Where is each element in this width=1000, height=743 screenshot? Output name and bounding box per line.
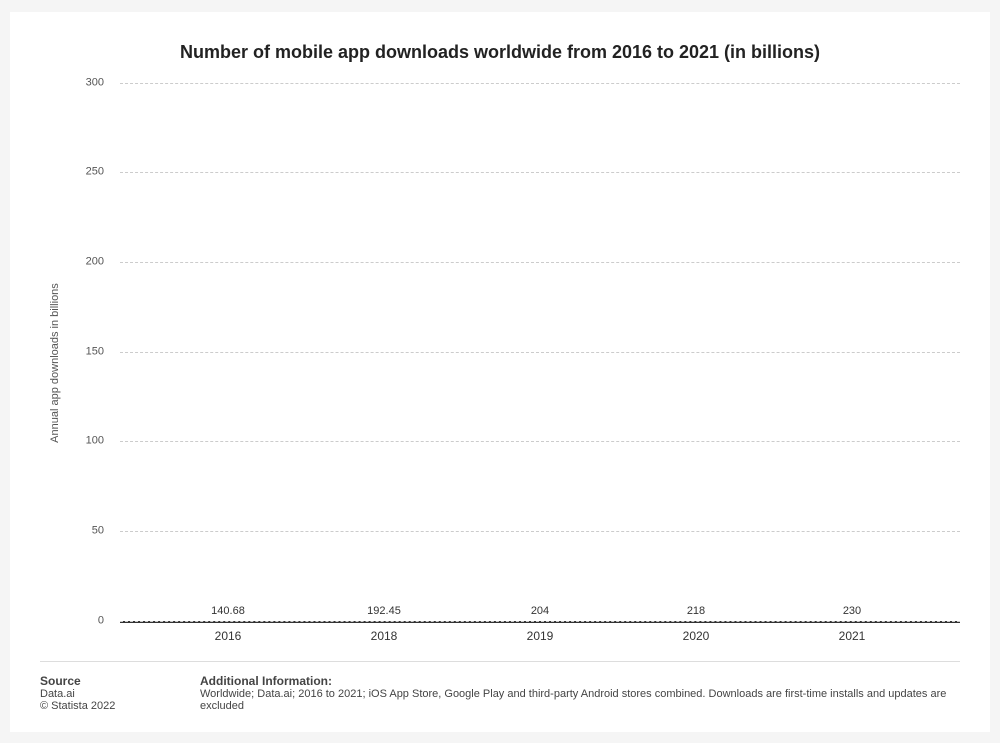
bar-group: 230	[774, 605, 930, 621]
bar-group: 218	[618, 605, 774, 621]
bar-value-label: 218	[687, 605, 705, 617]
bar-value-label: 230	[843, 605, 861, 617]
bar-value-label: 140.68	[211, 605, 245, 617]
x-axis: 20162018201920202021	[120, 623, 960, 643]
x-tick-label: 2021	[774, 629, 930, 643]
footer-source: Source Data.ai © Statista 2022	[40, 674, 160, 712]
x-tick-label: 2019	[462, 629, 618, 643]
source-line-2: © Statista 2022	[40, 700, 160, 712]
chart-container: Number of mobile app downloads worldwide…	[10, 12, 990, 732]
x-tick-label: 2016	[150, 629, 306, 643]
bars-area: 140.68 192.45 204 218 230	[120, 83, 960, 621]
bar-value-label: 204	[531, 605, 549, 617]
grid-line	[120, 621, 960, 622]
chart-area: Annual app downloads in billions 3002502…	[40, 83, 960, 643]
footer: Source Data.ai © Statista 2022 Additiona…	[40, 661, 960, 712]
x-tick-label: 2018	[306, 629, 462, 643]
plot-area: 300250200150100500 140.68192.45204218230…	[70, 83, 960, 643]
bar-group: 204	[462, 605, 618, 621]
y-tick-label: 150	[72, 346, 112, 357]
y-tick-label: 200	[72, 256, 112, 267]
grid-and-bars: 300250200150100500 140.68192.45204218230	[70, 83, 960, 621]
additional-text: Worldwide; Data.ai; 2016 to 2021; iOS Ap…	[200, 688, 960, 712]
y-tick-label: 100	[72, 436, 112, 447]
y-tick-label: 250	[72, 167, 112, 178]
bar-group: 140.68	[150, 605, 306, 621]
y-tick-label: 50	[72, 525, 112, 536]
y-axis-label-container: Annual app downloads in billions	[40, 83, 70, 643]
source-label: Source	[40, 674, 160, 688]
y-tick-labels: 300250200150100500	[70, 83, 120, 621]
chart-title: Number of mobile app downloads worldwide…	[40, 42, 960, 63]
chart-inner: 300250200150100500 140.68192.45204218230…	[70, 83, 960, 643]
additional-label: Additional Information:	[200, 674, 960, 688]
bar-group: 192.45	[306, 605, 462, 621]
footer-additional: Additional Information: Worldwide; Data.…	[200, 674, 960, 712]
y-axis-label: Annual app downloads in billions	[49, 283, 61, 443]
source-line-1: Data.ai	[40, 688, 160, 700]
y-tick-label: 0	[72, 615, 112, 626]
bar-value-label: 192.45	[367, 605, 401, 617]
y-tick-label: 300	[72, 77, 112, 88]
x-tick-label: 2020	[618, 629, 774, 643]
